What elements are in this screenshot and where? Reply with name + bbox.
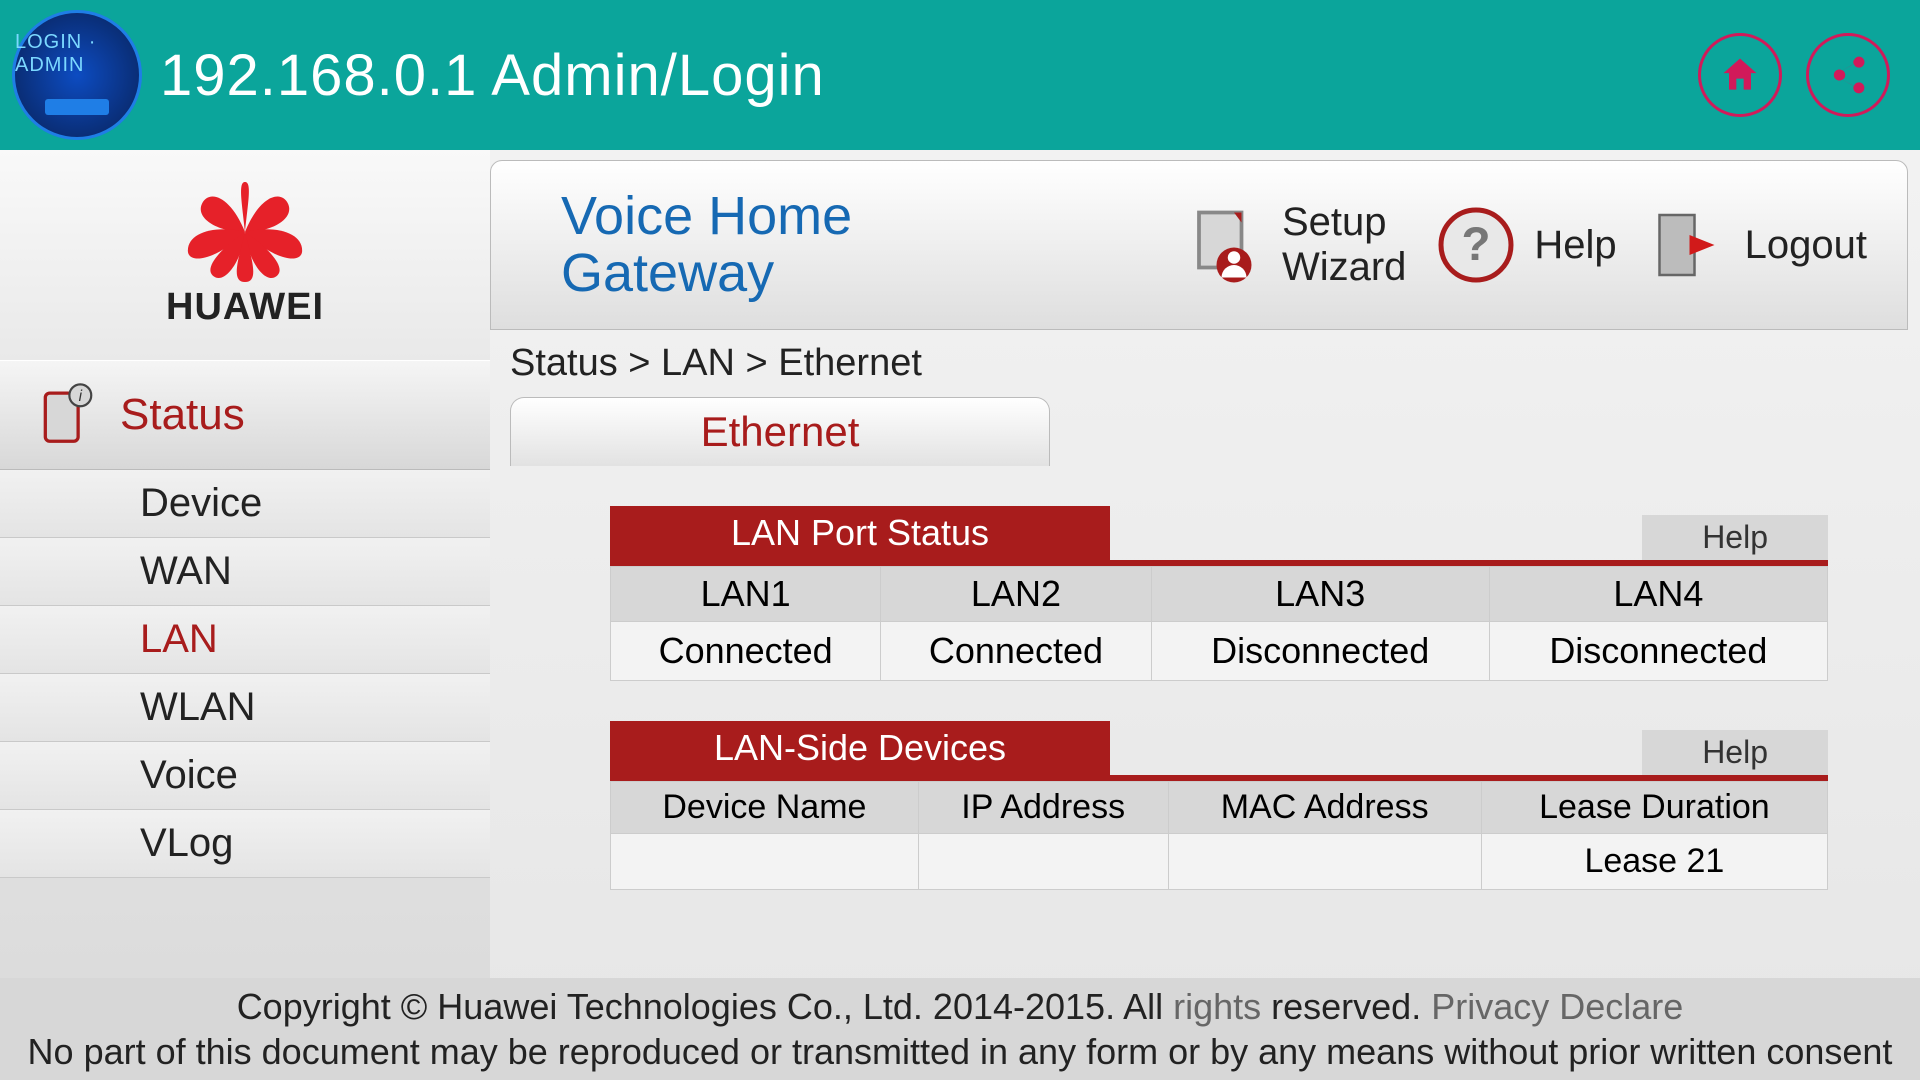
port-status-help-label: Help	[1702, 519, 1768, 555]
logout-label: Logout	[1745, 223, 1867, 268]
footer-link-rights[interactable]: rights	[1173, 986, 1261, 1027]
app-logo-text-bottom: Router	[56, 97, 98, 113]
logout-icon	[1647, 205, 1727, 285]
status-icon: i	[30, 380, 100, 450]
brand-box: HUAWEI	[0, 150, 490, 360]
table-row: Lease 21	[611, 834, 1828, 890]
sidebar-item-label: Voice	[140, 753, 238, 798]
sidebar-item-label: Device	[140, 481, 262, 526]
sidebar-item-device[interactable]: Device	[0, 470, 490, 538]
sidebar-item-label: WLAN	[140, 685, 256, 730]
home-button[interactable]	[1698, 33, 1782, 117]
brand-name: HUAWEI	[166, 286, 324, 329]
devices-cell-lease: Lease 21	[1481, 834, 1827, 890]
sidebar-item-vlog[interactable]: VLog	[0, 810, 490, 878]
footer: Copyright © Huawei Technologies Co., Ltd…	[0, 978, 1920, 1080]
help-label: Help	[1534, 223, 1616, 268]
port-status-title: LAN Port Status	[610, 506, 1110, 560]
sidebar-item-voice[interactable]: Voice	[0, 742, 490, 810]
app-bar: LOGIN · ADMIN Router 192.168.0.1 Admin/L…	[0, 0, 1920, 150]
devices-cell-name	[611, 834, 919, 890]
footer-link-privacy[interactable]: Privacy Declare	[1431, 986, 1683, 1027]
sidebar-section-status[interactable]: i Status	[0, 360, 490, 470]
setup-wizard-icon	[1184, 205, 1264, 285]
devices-help-button[interactable]: Help	[1642, 730, 1828, 775]
devices-help-label: Help	[1702, 734, 1768, 770]
sidebar-item-lan[interactable]: LAN	[0, 606, 490, 674]
content-area: LAN Port Status Help LAN1 LAN2 LAN3 LAN4…	[490, 466, 1908, 890]
product-title-line1: Voice Home	[561, 186, 852, 246]
huawei-logo-icon	[170, 182, 320, 282]
port-status-help-button[interactable]: Help	[1642, 515, 1828, 560]
table-row: LAN1 LAN2 LAN3 LAN4	[611, 567, 1828, 622]
port-status-table: LAN1 LAN2 LAN3 LAN4 Connected Connected …	[610, 566, 1828, 681]
table-row: Connected Connected Disconnected Disconn…	[611, 622, 1828, 681]
router-page: HUAWEI i Status Device WAN LAN WLAN Voic…	[0, 150, 1920, 1080]
devices-header-lease: Lease Duration	[1481, 782, 1827, 834]
devices-header-name: Device Name	[611, 782, 919, 834]
product-title: Voice Home Gateway	[531, 188, 852, 301]
devices-table: Device Name IP Address MAC Address Lease…	[610, 781, 1828, 890]
help-button[interactable]: ? Help	[1436, 205, 1616, 285]
port-value-lan4: Disconnected	[1489, 622, 1827, 681]
app-logo-text-top: LOGIN · ADMIN	[15, 31, 139, 77]
share-icon	[1826, 53, 1870, 97]
tab-ethernet[interactable]: Ethernet	[510, 397, 1050, 466]
table-row: Device Name IP Address MAC Address Lease…	[611, 782, 1828, 834]
top-panel: Voice Home Gateway Setup Wizard	[490, 160, 1908, 330]
content-tab-row: Ethernet	[490, 397, 1908, 466]
help-icon: ?	[1436, 205, 1516, 285]
port-value-lan3: Disconnected	[1151, 622, 1489, 681]
share-button[interactable]	[1806, 33, 1890, 117]
app-logo: LOGIN · ADMIN Router	[12, 10, 142, 140]
sidebar-item-wan[interactable]: WAN	[0, 538, 490, 606]
home-icon	[1718, 53, 1762, 97]
devices-cell-ip	[918, 834, 1168, 890]
logout-button[interactable]: Logout	[1647, 205, 1867, 285]
sidebar-item-wlan[interactable]: WLAN	[0, 674, 490, 742]
port-value-lan1: Connected	[611, 622, 881, 681]
setup-wizard-button[interactable]: Setup Wizard	[1184, 200, 1406, 290]
port-header-lan1: LAN1	[611, 567, 881, 622]
port-header-lan2: LAN2	[881, 567, 1151, 622]
breadcrumb: Status > LAN > Ethernet	[490, 330, 1908, 397]
sidebar-item-label: VLog	[140, 821, 233, 866]
sidebar-item-label: LAN	[140, 617, 218, 662]
footer-text: reserved.	[1261, 986, 1431, 1027]
right-column: Voice Home Gateway Setup Wizard	[490, 150, 1920, 978]
sidebar-item-label: WAN	[140, 549, 232, 594]
devices-cell-mac	[1168, 834, 1481, 890]
port-value-lan2: Connected	[881, 622, 1151, 681]
port-header-lan3: LAN3	[1151, 567, 1489, 622]
svg-text:?: ?	[1462, 218, 1491, 271]
sidebar-section-status-label: Status	[120, 390, 245, 440]
app-title: 192.168.0.1 Admin/Login	[160, 42, 825, 109]
svg-text:i: i	[79, 388, 83, 405]
port-status-header-row: LAN Port Status Help	[610, 506, 1828, 560]
devices-header-ip: IP Address	[918, 782, 1168, 834]
devices-title: LAN-Side Devices	[610, 721, 1110, 775]
devices-header-mac: MAC Address	[1168, 782, 1481, 834]
port-header-lan4: LAN4	[1489, 567, 1827, 622]
devices-header-row: LAN-Side Devices Help	[610, 721, 1828, 775]
setup-wizard-label: Setup Wizard	[1282, 200, 1406, 290]
footer-line1: Copyright © Huawei Technologies Co., Ltd…	[20, 984, 1900, 1029]
left-column: HUAWEI i Status Device WAN LAN WLAN Voic…	[0, 150, 490, 978]
footer-line2: No part of this document may be reproduc…	[20, 1029, 1900, 1074]
product-title-line2: Gateway	[561, 243, 774, 303]
sidebar-nav: i Status Device WAN LAN WLAN Voice VLog	[0, 360, 490, 978]
footer-text: Copyright © Huawei Technologies Co., Ltd…	[237, 986, 1173, 1027]
tab-ethernet-label: Ethernet	[701, 408, 860, 455]
